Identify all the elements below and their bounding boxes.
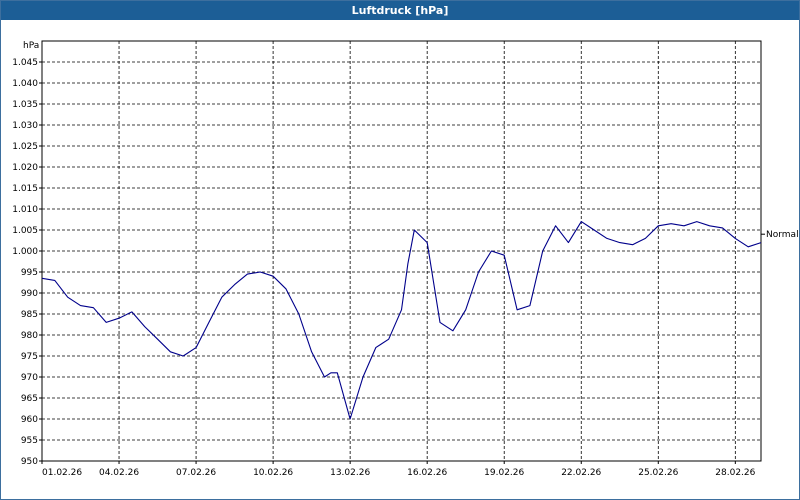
y-tick-label: 950: [21, 457, 38, 467]
y-tick-label: 1.020: [12, 163, 38, 173]
x-axis-ticks: 01.02.26 04.02.26 07.02.26 10.02.26 13.02.26…: [41, 461, 756, 478]
grid-lines: [42, 41, 761, 461]
pressure-chart: 950 955 960 965 970 975 980 985 990 995 1.000 1.005…: [12, 40, 799, 478]
x-tick-label: 25.02.26: [638, 468, 678, 478]
y-tick-label: 975: [21, 352, 38, 362]
x-tick-label: 19.02.26: [484, 468, 524, 478]
x-tick-label: 04.02.26: [99, 468, 139, 478]
y-tick-label: 1.005: [12, 226, 38, 236]
x-tick-label: 22.02.26: [561, 468, 601, 478]
y-tick-label: 1.035: [12, 100, 38, 110]
x-tick-label: 16.02.26: [407, 468, 447, 478]
y-tick-label: 970: [21, 373, 38, 383]
y-tick-label: 1.000: [12, 247, 38, 257]
x-tick-label: 13.02.26: [330, 468, 370, 478]
y-tick-label: 1.010: [12, 205, 38, 215]
normal-reference-label: Normal: [766, 230, 799, 240]
x-tick-label: 01.02.26: [42, 468, 82, 478]
y-axis-unit-label: hPa: [23, 41, 39, 51]
y-tick-label: 995: [21, 268, 38, 278]
x-tick-label: 10.02.26: [253, 468, 293, 478]
x-tick-label: 28.02.26: [715, 468, 755, 478]
y-axis-ticks: 950 955 960 965 970 975 980 985 990 995 1.000 1.005…: [12, 58, 42, 467]
y-tick-label: 955: [21, 436, 38, 446]
y-tick-label: 960: [21, 415, 38, 425]
y-tick-label: 1.025: [12, 142, 38, 152]
x-tick-label: 07.02.26: [176, 468, 216, 478]
y-tick-label: 980: [21, 331, 38, 341]
chart-window: Luftdruck [hPa] 950 955 960 965 970 975 980 985…: [0, 0, 800, 500]
y-tick-label: 1.030: [12, 121, 38, 131]
y-tick-label: 1.040: [12, 79, 38, 89]
y-tick-label: 990: [21, 289, 38, 299]
y-tick-label: 1.015: [12, 184, 38, 194]
y-tick-label: 985: [21, 310, 38, 320]
y-tick-label: 965: [21, 394, 38, 404]
y-tick-label: 1.045: [12, 58, 38, 68]
